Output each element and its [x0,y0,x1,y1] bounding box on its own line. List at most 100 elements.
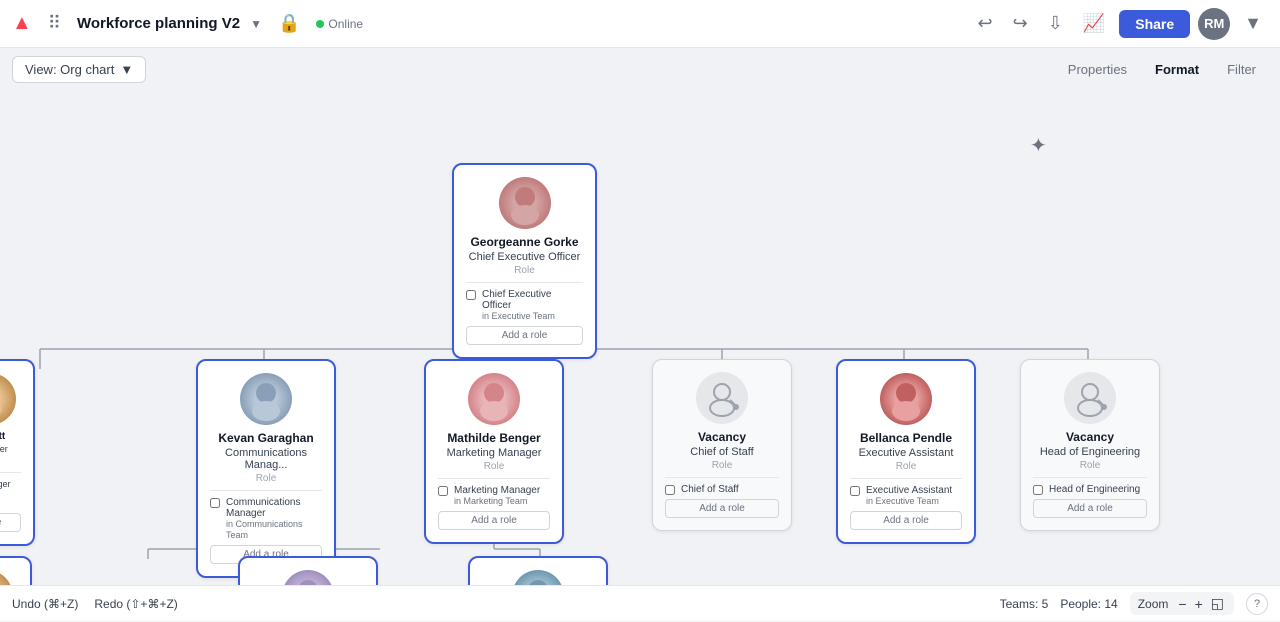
add-role-bellanca[interactable]: Add a role [850,511,962,530]
zoom-label: Zoom [1138,597,1169,611]
card-georgeanne[interactable]: Georgeanne Gorke Chief Executive Officer… [452,163,597,359]
name-kevan: Kevan Garaghan [210,431,322,445]
people-stat: People: 14 [1060,597,1117,611]
online-status: Online [316,17,363,31]
online-label: Online [328,17,363,31]
download-button[interactable]: ⇩ [1042,9,1069,38]
role-item-lippitt: Managerations Team [0,479,21,509]
add-role-vacancy1[interactable]: Add a role [665,499,779,518]
role-label-georgeanne: Role [466,265,583,283]
role-item-vacancy2: Head of Engineering [1033,484,1147,495]
role-item-bellanca: Executive Assistant in Executive Team [850,485,962,507]
analytics-button[interactable]: 📈 [1077,9,1111,38]
avatar-kevan [240,373,292,425]
role-label-vacancy2: Role [1033,460,1147,478]
name-lippitt: Lippitt [0,431,21,442]
undo-redo-group: Undo (⌘+Z) Redo (⇧+⌘+Z) [12,597,178,611]
role-checkbox-mathilde[interactable] [438,486,448,496]
view-chevron-icon: ▼ [120,62,133,77]
share-button[interactable]: Share [1119,10,1190,38]
toolbar: View: Org chart ▼ Properties Format Filt… [0,48,1280,91]
role-label-mathilde: Role [438,461,550,479]
add-role-georgeanne[interactable]: Add a role [466,326,583,345]
card-mathilde[interactable]: Mathilde Benger Marketing Manager Role M… [424,359,564,544]
name-vacancy2: Vacancy [1033,430,1147,444]
avatar-wynnie [282,570,334,585]
logo-icon: ▲ [12,12,32,35]
add-role-mathilde[interactable]: Add a role [438,511,550,530]
name-georgeanne: Georgeanne Gorke [466,235,583,249]
header-right: ↩ ↪ ⇩ 📈 Share RM ▼ [972,8,1268,40]
avatar-mathilde [468,373,520,425]
online-dot [316,20,324,28]
avatar-lippitt-bottom [0,570,13,585]
role-label-bellanca: Role [850,461,962,479]
role-title-georgeanne: Chief Executive Officer [466,251,583,263]
lock-button[interactable]: 🔒 [272,9,306,38]
role-checkbox-bellanca[interactable] [850,486,860,496]
avatar-vacancy2 [1064,372,1116,424]
header-left: ▲ ⠿ Workforce planning V2 ▼ 🔒 Online [12,9,363,38]
role-title-vacancy1: Chief of Staff [665,446,779,458]
document-title: Workforce planning V2 [77,15,240,32]
card-vacancy-chief[interactable]: Vacancy Chief of Staff Role Chief of Sta… [652,359,792,531]
zoom-out-button[interactable]: − [1176,596,1188,612]
filter-tab[interactable]: Filter [1215,56,1268,83]
view-label: View: Org chart [25,62,114,77]
card-elfreda[interactable]: Elfreda Beert Marketing Associate Role M… [468,556,608,585]
user-menu-chevron[interactable]: ▼ [1238,9,1268,38]
org-chart-canvas: Georgeanne Gorke Chief Executive Officer… [0,91,1280,585]
role-label-kevan: Role [210,473,322,491]
header: ▲ ⠿ Workforce planning V2 ▼ 🔒 Online ↩ ↪… [0,0,1280,48]
bottom-bar: Undo (⌘+Z) Redo (⇧+⌘+Z) Teams: 5 People:… [0,585,1280,621]
role-title-kevan: Communications Manag... [210,447,322,471]
role-label-vacancy1: Role [665,460,779,478]
view-selector[interactable]: View: Org chart ▼ [12,56,146,83]
role-title-mathilde: Marketing Manager [438,447,550,459]
role-title-bellanca: Executive Assistant [850,447,962,459]
zoom-control: Zoom − + ◱ [1130,592,1234,615]
avatar-georgeanne [499,177,551,229]
undo-header-button[interactable]: ↩ [972,9,999,38]
properties-tab[interactable]: Properties [1056,56,1139,83]
redo-button[interactable]: Redo (⇧+⌘+Z) [94,597,177,611]
card-kevan[interactable]: Kevan Garaghan Communications Manag... R… [196,359,336,578]
org-chart: Georgeanne Gorke Chief Executive Officer… [0,91,1280,585]
role-item-kevan: Communications Manager in Communications… [210,497,322,541]
name-mathilde: Mathilde Benger [438,431,550,445]
zoom-in-button[interactable]: + [1193,596,1205,612]
avatar-vacancy1 [696,372,748,424]
role-label-lippitt: Role [0,456,21,473]
avatar-elfreda [512,570,564,585]
card-lippitt-bottom[interactable]: Manager Role Managerations Team r role [0,556,32,585]
role-item-vacancy1: Chief of Staff [665,484,779,495]
undo-button[interactable]: Undo (⌘+Z) [12,597,78,611]
avatar-bellanca [880,373,932,425]
role-checkbox-georgeanne[interactable] [466,290,476,300]
user-avatar[interactable]: RM [1198,8,1230,40]
role-checkbox-vacancy2[interactable] [1033,485,1043,495]
format-tab[interactable]: Format [1143,56,1211,83]
role-checkbox-vacancy1[interactable] [665,485,675,495]
title-chevron-icon: ▼ [250,17,262,31]
add-role-lippitt[interactable]: r role [0,513,21,532]
card-bellanca[interactable]: Bellanca Pendle Executive Assistant Role… [836,359,976,544]
app-grid-button[interactable]: ⠿ [42,9,67,38]
role-item-georgeanne: Chief Executive Officer in Executive Tea… [466,289,583,322]
name-vacancy1: Vacancy [665,430,779,444]
card-vacancy-eng[interactable]: Vacancy Head of Engineering Role Head of… [1020,359,1160,531]
name-bellanca: Bellanca Pendle [850,431,962,445]
role-title-vacancy2: Head of Engineering [1033,446,1147,458]
avatar-lippitt [0,373,16,425]
zoom-fit-button[interactable]: ◱ [1209,595,1226,612]
toolbar-right: Properties Format Filter [1056,56,1268,83]
role-checkbox-kevan[interactable] [210,498,220,508]
cursor-indicator: ✦ [1030,133,1047,158]
teams-stat: Teams: 5 [1000,597,1049,611]
redo-header-button[interactable]: ↪ [1007,9,1034,38]
help-button[interactable]: ? [1246,593,1268,615]
add-role-vacancy2[interactable]: Add a role [1033,499,1147,518]
role-item-mathilde: Marketing Manager in Marketing Team [438,485,550,507]
card-lippitt[interactable]: Lippitt Manager Role Managerations Team … [0,359,35,546]
card-wynnie[interactable]: Wynnie Micah Community Manager Role Comm… [238,556,378,585]
